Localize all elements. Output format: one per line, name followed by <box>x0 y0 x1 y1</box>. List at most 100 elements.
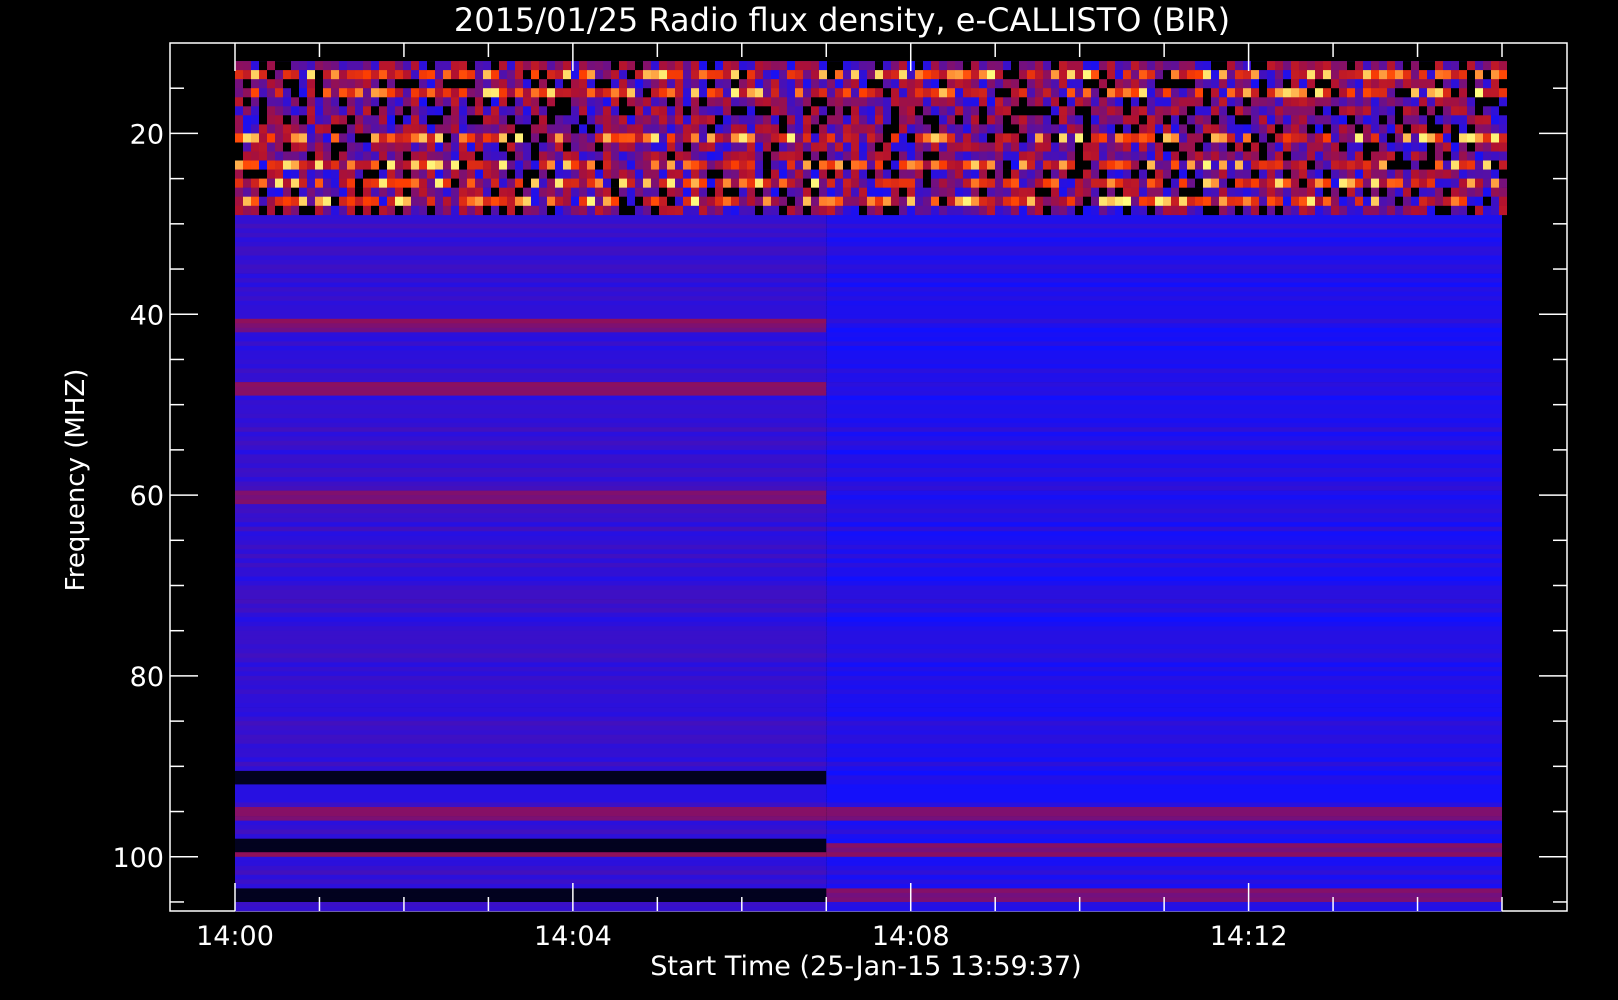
rfi-cell <box>1187 151 1195 161</box>
rfi-cell <box>635 133 643 143</box>
rfi-cell <box>355 106 363 116</box>
rfi-cell <box>235 169 243 179</box>
rfi-cell <box>1083 169 1091 179</box>
rfi-cell <box>643 160 651 170</box>
rfi-cell <box>619 196 627 206</box>
rfi-cell <box>1163 106 1171 116</box>
spectrum-row-left <box>235 463 827 469</box>
spectrum-row-left <box>235 657 827 663</box>
rfi-cell <box>955 133 963 143</box>
rfi-cell <box>523 133 531 143</box>
spectrum-row-right <box>826 223 1502 229</box>
rfi-cell <box>619 205 627 216</box>
rfi-cell <box>1307 187 1315 197</box>
rfi-cell <box>1139 142 1147 152</box>
rfi-cell <box>995 115 1003 125</box>
spectrum-row-left <box>235 341 827 347</box>
spectrum-row-right <box>826 603 1502 609</box>
rfi-cell <box>435 133 443 143</box>
rfi-cell <box>267 187 275 197</box>
rfi-cell <box>915 61 923 71</box>
rfi-cell <box>1355 124 1363 134</box>
rfi-cell <box>763 88 771 98</box>
rfi-cell <box>899 160 907 170</box>
rfi-cell <box>635 115 643 125</box>
spectrum-row-left <box>235 820 827 826</box>
rfi-cell <box>1203 205 1211 216</box>
rfi-cell <box>603 151 611 161</box>
rfi-cell <box>1499 79 1507 89</box>
rfi-cell <box>1499 196 1507 206</box>
rfi-cell <box>811 142 819 152</box>
rfi-cell <box>987 151 995 161</box>
rfi-cell <box>1363 106 1371 116</box>
rfi-cell <box>683 115 691 125</box>
rfi-cell <box>419 205 427 216</box>
rfi-cell <box>331 187 339 197</box>
rfi-cell <box>1427 124 1435 134</box>
rfi-cell <box>947 70 955 80</box>
spectrum-row-left <box>235 508 827 514</box>
rfi-cell <box>1115 178 1123 188</box>
rfi-cell <box>787 196 795 206</box>
rfi-cell <box>1467 115 1475 125</box>
rfi-cell <box>1435 187 1443 197</box>
rfi-cell <box>1411 151 1419 161</box>
rfi-cell <box>1147 187 1155 197</box>
rfi-cell <box>1195 61 1203 71</box>
rfi-cell <box>891 97 899 107</box>
rfi-cell <box>1307 205 1315 216</box>
rfi-cell <box>851 187 859 197</box>
rfi-cell <box>595 133 603 143</box>
rfi-cell <box>859 151 867 161</box>
rfi-cell <box>779 88 787 98</box>
rfi-cell <box>1371 97 1379 107</box>
rfi-cell <box>515 115 523 125</box>
rfi-cell <box>563 160 571 170</box>
rfi-cell <box>1203 115 1211 125</box>
rfi-cell <box>899 61 907 71</box>
spectrum-row-right <box>826 431 1502 437</box>
rfi-cell <box>931 133 939 143</box>
rfi-cell <box>811 115 819 125</box>
rfi-cell <box>747 115 755 125</box>
spectrum-row-right <box>826 305 1502 311</box>
rfi-cell <box>331 106 339 116</box>
rfi-cell <box>419 133 427 143</box>
spectrum-row-left <box>235 436 827 442</box>
rfi-cell <box>235 124 243 134</box>
rfi-cell <box>1435 115 1443 125</box>
rfi-cell <box>1347 151 1355 161</box>
rfi-cell <box>1155 61 1163 71</box>
rfi-cell <box>1459 160 1467 170</box>
rfi-cell <box>1115 160 1123 170</box>
rfi-cell <box>1347 115 1355 125</box>
rfi-cell <box>1171 79 1179 89</box>
rfi-cell <box>683 61 691 71</box>
rfi-cell <box>1339 151 1347 161</box>
rfi-cell <box>755 79 763 89</box>
spectrum-row-left <box>235 214 827 220</box>
rfi-cell <box>1283 178 1291 188</box>
rfi-cell <box>1299 88 1307 98</box>
rfi-cell <box>1363 70 1371 80</box>
rfi-cell <box>1411 115 1419 125</box>
spectrum-row-right <box>826 694 1502 699</box>
rfi-cell <box>755 133 763 143</box>
rfi-cell <box>963 79 971 89</box>
rfi-cell <box>1163 205 1171 216</box>
rfi-cell <box>875 205 883 216</box>
rfi-cell <box>787 88 795 98</box>
rfi-cell <box>1035 79 1043 89</box>
rfi-cell <box>371 61 379 71</box>
rfi-cell <box>323 178 331 188</box>
rfi-cell <box>971 142 979 152</box>
rfi-cell <box>1363 196 1371 206</box>
rfi-cell <box>459 115 467 125</box>
spectrum-row-left <box>235 707 827 713</box>
rfi-cell <box>507 97 515 107</box>
rfi-cell <box>851 106 859 116</box>
spectrum-row-left <box>235 364 827 369</box>
spectrum-row-left <box>235 902 827 907</box>
rfi-cell <box>659 97 667 107</box>
